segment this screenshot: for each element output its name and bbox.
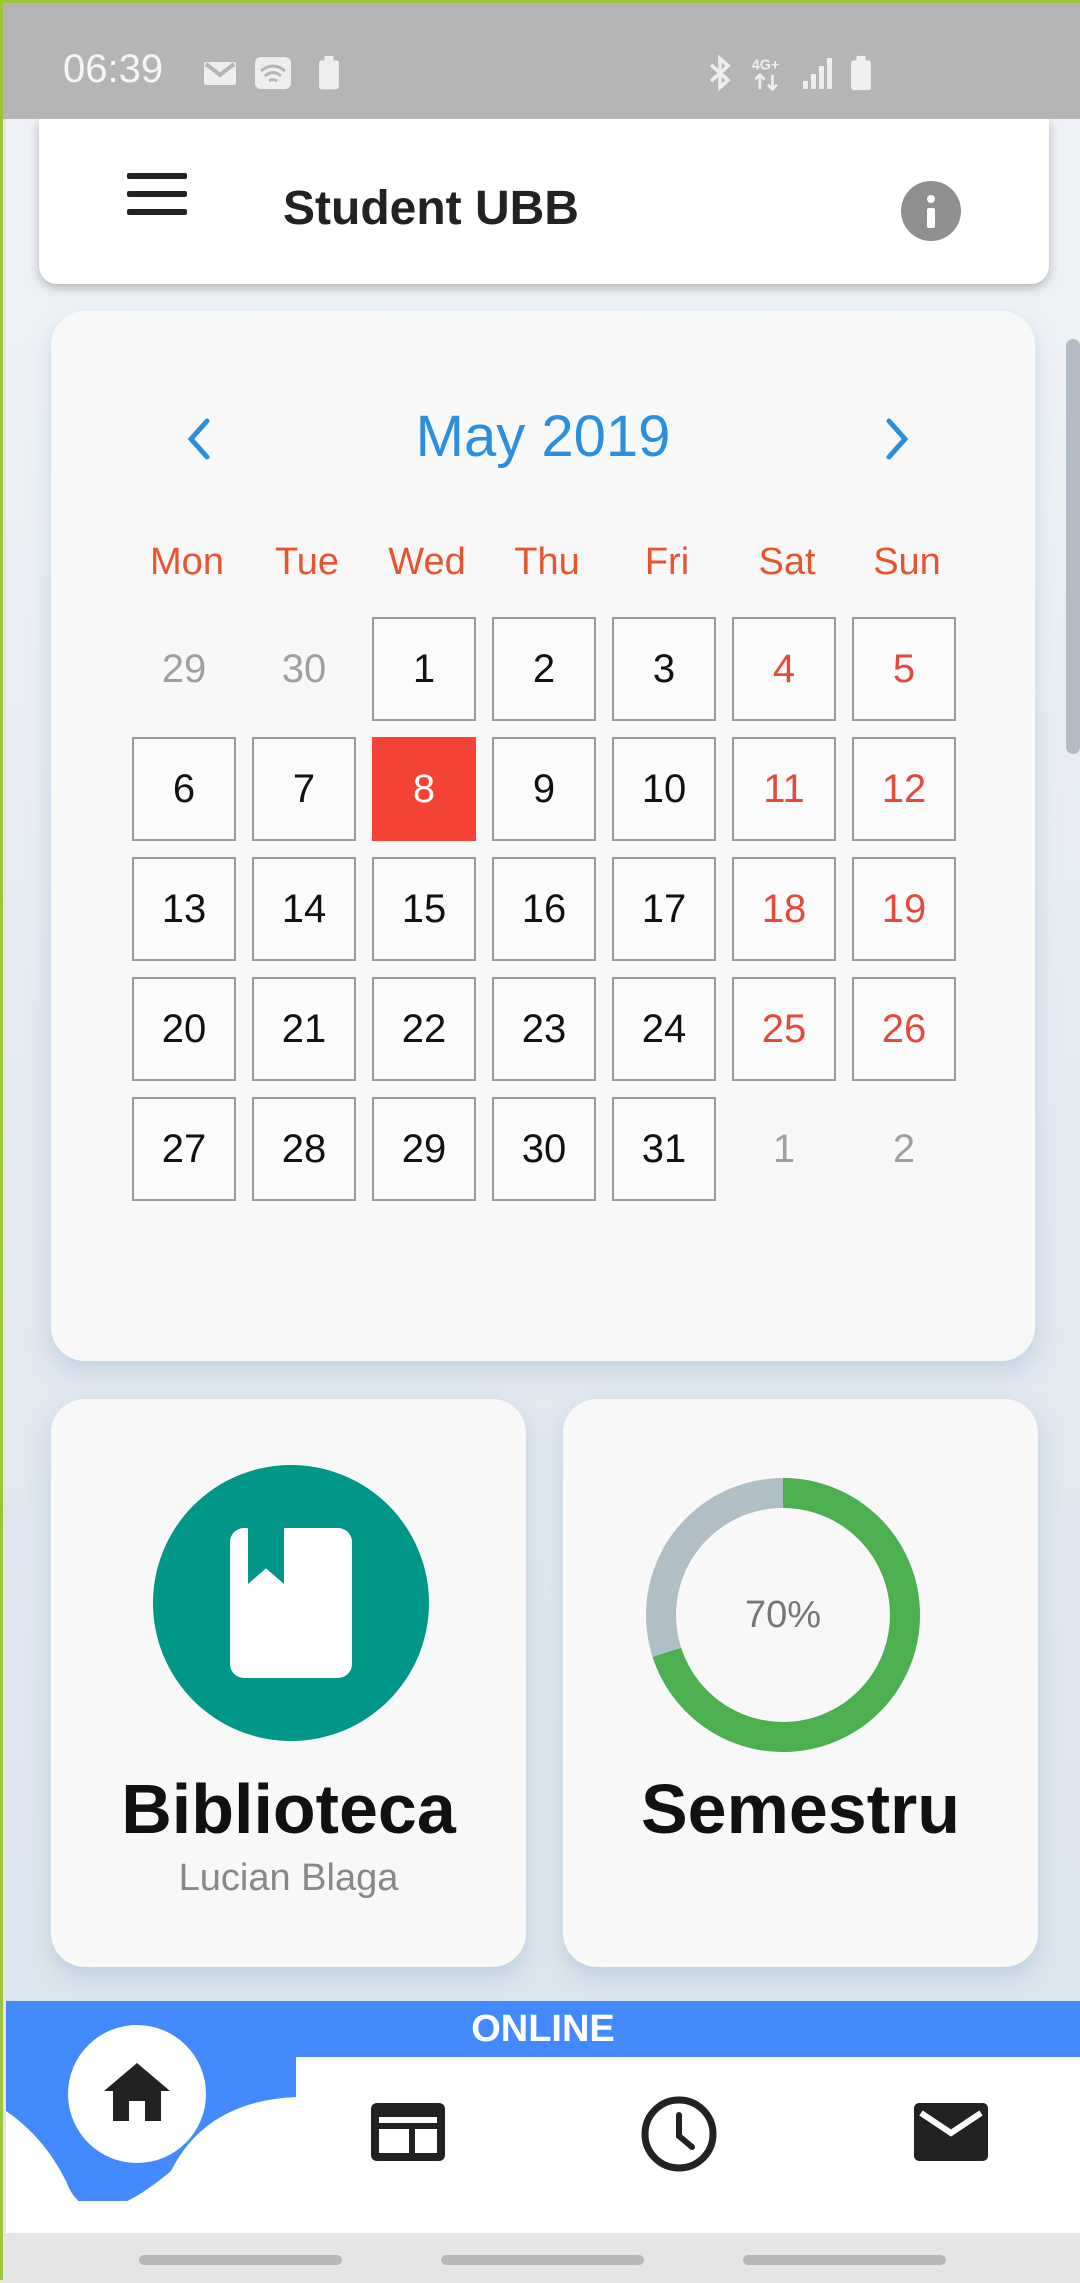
calendar-card: May 2019 Mon Tue Wed Thu Fri Sat Sun 29 3… bbox=[51, 311, 1035, 1361]
calendar-day[interactable]: 27 bbox=[132, 1097, 236, 1201]
calendar-day[interactable]: 26 bbox=[852, 977, 956, 1081]
back-button[interactable] bbox=[743, 2255, 946, 2265]
calendar-day[interactable]: 10 bbox=[612, 737, 716, 841]
semester-title: Semestru bbox=[640, 1770, 961, 1848]
calendar-day[interactable]: 19 bbox=[852, 857, 956, 961]
news-icon[interactable] bbox=[369, 2101, 447, 2163]
chevron-right-icon[interactable] bbox=[877, 409, 917, 469]
calendar-day[interactable]: 13 bbox=[132, 857, 236, 961]
weekday-label: Mon bbox=[150, 541, 224, 583]
calendar-day[interactable]: 24 bbox=[612, 977, 716, 1081]
scrollbar[interactable] bbox=[1066, 339, 1080, 754]
calendar-day[interactable]: 15 bbox=[372, 857, 476, 961]
signal-icon bbox=[803, 58, 832, 89]
calendar-day[interactable]: 17 bbox=[612, 857, 716, 961]
calendar-day-selected[interactable]: 8 bbox=[372, 737, 476, 841]
calendar-day[interactable]: 28 bbox=[252, 1097, 356, 1201]
library-title: Biblioteca bbox=[121, 1770, 456, 1848]
library-subtitle: Lucian Blaga bbox=[178, 1857, 399, 1899]
battery-icon bbox=[851, 55, 871, 91]
weekday-label: Fri bbox=[644, 541, 690, 583]
mail-icon[interactable] bbox=[912, 2101, 990, 2163]
svg-text:4G+: 4G+ bbox=[752, 57, 780, 73]
weekday-label: Sat bbox=[758, 541, 816, 583]
calendar-day[interactable]: 6 bbox=[132, 737, 236, 841]
calendar-day: 2 bbox=[892, 1126, 916, 1171]
calendar-day[interactable]: 3 bbox=[612, 617, 716, 721]
calendar-day[interactable]: 30 bbox=[492, 1097, 596, 1201]
app-screen: 06:39 4G+ Student UBB May 2019 Mon Tue W… bbox=[0, 0, 1080, 2283]
calendar-day[interactable]: 1 bbox=[372, 617, 476, 721]
weekday-label: Wed bbox=[388, 541, 466, 583]
calendar-day[interactable]: 20 bbox=[132, 977, 236, 1081]
calendar-day[interactable]: 14 bbox=[252, 857, 356, 961]
home-icon bbox=[104, 2063, 170, 2121]
info-icon[interactable] bbox=[901, 181, 961, 241]
calendar-day[interactable]: 16 bbox=[492, 857, 596, 961]
calendar-day[interactable]: 5 bbox=[852, 617, 956, 721]
menu-icon[interactable] bbox=[127, 173, 187, 227]
library-avatar bbox=[153, 1465, 429, 1741]
status-time: 06:39 bbox=[63, 47, 164, 91]
bluetooth-icon bbox=[709, 55, 731, 91]
calendar-day[interactable]: 18 bbox=[732, 857, 836, 961]
4g-icon: 4G+ bbox=[752, 57, 780, 91]
book-icon bbox=[230, 1528, 352, 1678]
app-bar: Student UBB bbox=[39, 119, 1049, 284]
home-system-button[interactable] bbox=[441, 2255, 644, 2265]
calendar-day[interactable]: 23 bbox=[492, 977, 596, 1081]
calendar-day[interactable]: 2 bbox=[492, 617, 596, 721]
calendar-day[interactable]: 11 bbox=[732, 737, 836, 841]
calendar-day[interactable]: 7 bbox=[252, 737, 356, 841]
weekday-label: Thu bbox=[514, 541, 580, 583]
weekday-label: Tue bbox=[274, 541, 340, 583]
home-button[interactable] bbox=[68, 2025, 206, 2163]
calendar-day: 1 bbox=[772, 1126, 796, 1171]
bottom-navigation: ONLINE bbox=[6, 2001, 1080, 2233]
weekday-header: Mon Tue Wed Thu Fri Sat Sun bbox=[132, 541, 972, 591]
battery-saver-icon bbox=[319, 55, 339, 90]
wifi-icon bbox=[255, 57, 291, 89]
calendar-day[interactable]: 9 bbox=[492, 737, 596, 841]
weekday-label: Sun bbox=[873, 541, 941, 583]
calendar-day: 29 bbox=[161, 646, 207, 691]
gmail-icon bbox=[204, 62, 236, 85]
calendar-day[interactable]: 12 bbox=[852, 737, 956, 841]
calendar-day[interactable]: 31 bbox=[612, 1097, 716, 1201]
library-card[interactable]: Biblioteca Lucian Blaga bbox=[51, 1399, 526, 1967]
calendar-day[interactable]: 4 bbox=[732, 617, 836, 721]
app-title: Student UBB bbox=[283, 182, 579, 235]
calendar-day[interactable]: 25 bbox=[732, 977, 836, 1081]
calendar-day: 30 bbox=[281, 646, 327, 691]
status-bar: 06:39 4G+ bbox=[3, 3, 1080, 119]
main-content: Student UBB May 2019 Mon Tue Wed Thu Fri… bbox=[6, 119, 1080, 2233]
progress-label: 70% bbox=[744, 1593, 822, 1636]
recent-apps-button[interactable] bbox=[139, 2255, 342, 2265]
semester-card[interactable]: 70% Semestru bbox=[563, 1399, 1038, 1967]
calendar-day[interactable]: 22 bbox=[372, 977, 476, 1081]
clock-icon[interactable] bbox=[640, 2095, 718, 2173]
calendar-day[interactable]: 29 bbox=[372, 1097, 476, 1201]
calendar-day[interactable]: 21 bbox=[252, 977, 356, 1081]
